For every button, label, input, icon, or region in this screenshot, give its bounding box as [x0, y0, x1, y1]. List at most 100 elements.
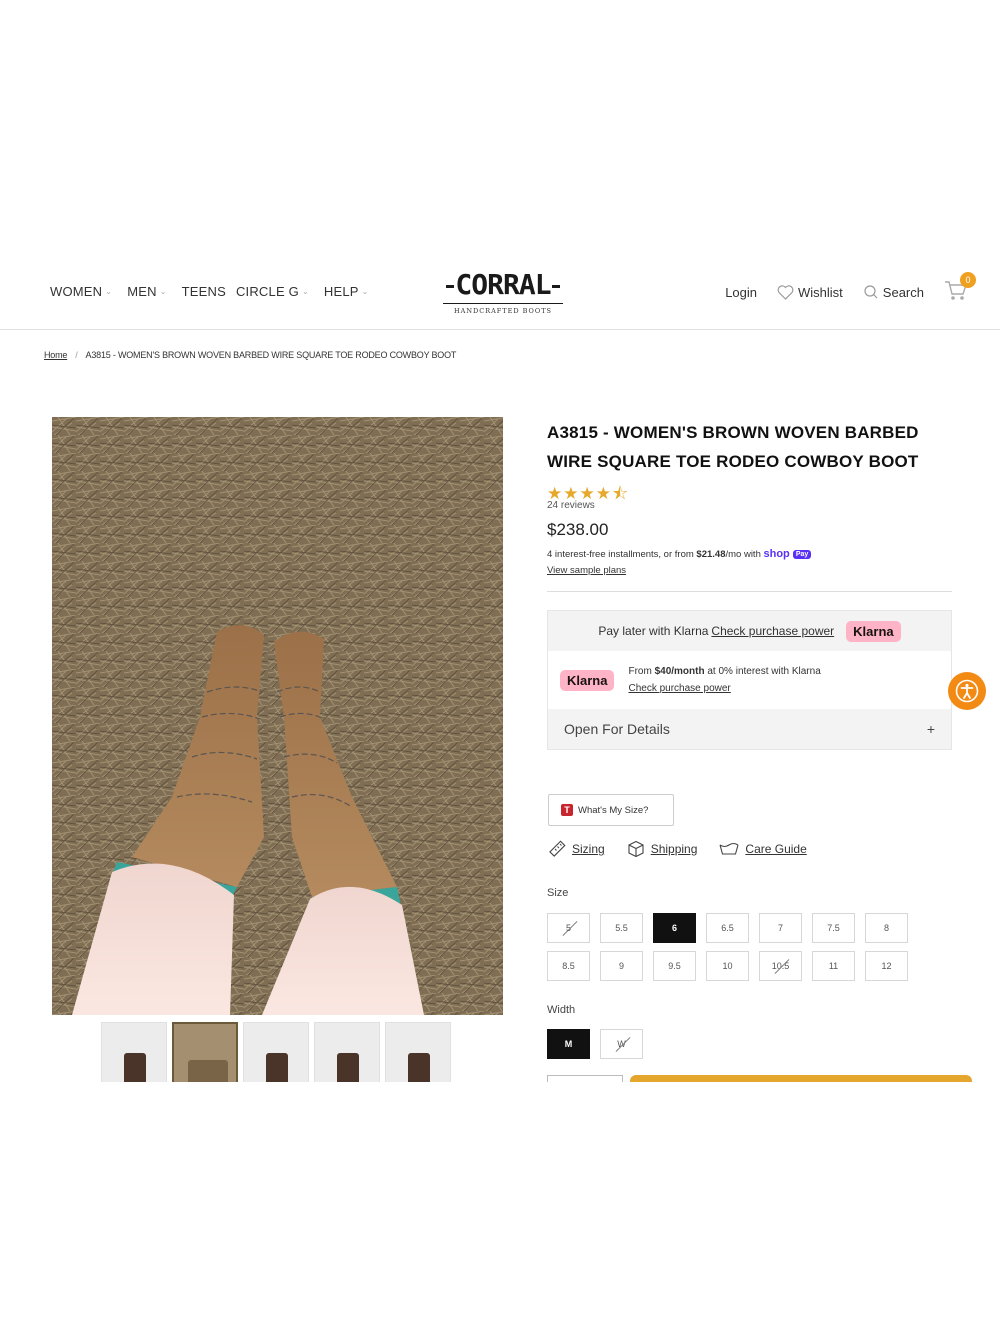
size-option[interactable]: 8.5 — [547, 951, 590, 981]
width-label: Width — [547, 1004, 576, 1016]
accessibility-button[interactable] — [948, 672, 986, 710]
sizing-link[interactable]: Sizing — [548, 840, 605, 858]
box-icon — [628, 840, 644, 858]
thumbnail-boot-image — [337, 1053, 359, 1082]
care-guide-label: Care Guide — [745, 842, 807, 856]
login-link[interactable]: Login — [725, 285, 757, 300]
chevron-down-icon: ⌄ — [301, 287, 309, 296]
guide-links: Sizing Shipping Care Guide — [548, 840, 829, 858]
size-option[interactable]: 5 — [547, 913, 590, 943]
thumbnail-boot-image — [408, 1053, 430, 1082]
washtub-icon — [719, 842, 739, 855]
breadcrumb-current: A3815 - WOMEN'S BROWN WOVEN BARBED WIRE … — [85, 350, 457, 360]
thumbnail-3[interactable] — [243, 1022, 309, 1082]
klarna-offer-line: From $40/month at 0% interest with Klarn… — [628, 663, 820, 680]
product-info: A3815 - WOMEN'S BROWN WOVEN BARBED WIRE … — [547, 418, 952, 592]
nav-women-label: WOMEN — [50, 284, 103, 299]
nav-help-label: HELP — [323, 284, 359, 299]
utility-nav: Login Wishlist Search 0 — [705, 272, 976, 304]
nav-help[interactable]: HELP ⌄ — [324, 284, 369, 299]
klarna-widget: Pay later with Klarna Check purchase pow… — [547, 610, 952, 750]
size-label: Size — [547, 887, 569, 899]
product-title: A3815 - WOMEN'S BROWN WOVEN BARBED WIRE … — [547, 423, 919, 471]
size-option[interactable]: 7 — [759, 913, 802, 943]
klarna-check-power-link[interactable]: Check purchase power — [711, 624, 834, 638]
breadcrumb-separator: / — [75, 350, 78, 360]
open-details-toggle[interactable]: Open For Details + — [548, 709, 951, 749]
width-option[interactable]: M — [547, 1029, 590, 1059]
size-option[interactable]: 7.5 — [812, 913, 855, 943]
size-option[interactable]: 11 — [812, 951, 855, 981]
search-link[interactable]: Search — [863, 284, 924, 300]
klarna-banner: Pay later with Klarna Check purchase pow… — [548, 611, 951, 651]
thumbnail-boot-image — [266, 1053, 288, 1082]
installments-prefix: 4 interest-free installments, or from — [547, 549, 697, 560]
search-icon — [864, 285, 878, 299]
sizing-label: Sizing — [572, 842, 605, 856]
shop-pay-word: shop — [763, 548, 790, 560]
main-nav: WOMEN ⌄ MEN ⌄ TEENS CIRCLE G ⌄ HELP ⌄ — [50, 284, 384, 299]
klarna-logo: Klarna — [560, 669, 615, 691]
wishlist-label: Wishlist — [798, 284, 843, 300]
divider — [547, 591, 952, 592]
nav-circle-g-label: CIRCLE G — [235, 284, 299, 299]
whats-my-size-button[interactable]: T What's My Size? — [548, 794, 674, 826]
nav-men-label: MEN — [127, 284, 157, 299]
shop-pay-logo: shop Pay — [764, 548, 812, 560]
breadcrumb-home[interactable]: Home — [44, 350, 67, 360]
nav-circle-g[interactable]: CIRCLE G ⌄ — [236, 284, 309, 299]
nav-teens[interactable]: TEENS — [182, 284, 226, 299]
installments-text: 4 interest-free installments, or from $2… — [547, 548, 952, 560]
size-tool-logo: T — [561, 804, 573, 816]
klarna-top-text: Pay later with Klarna — [598, 624, 709, 638]
login-label: Login — [725, 284, 758, 300]
site-logo[interactable]: CORRAL HANDCRAFTED BOOTS — [443, 270, 563, 318]
cart-count-badge: 0 — [960, 272, 976, 288]
view-sample-plans-link[interactable]: View sample plans — [547, 565, 626, 576]
chevron-down-icon: ⌄ — [361, 287, 369, 296]
klarna-offer-link[interactable]: Check purchase power — [628, 683, 730, 694]
nav-women[interactable]: WOMEN ⌄ — [50, 284, 112, 299]
plus-icon: + — [926, 721, 935, 737]
nav-men[interactable]: MEN ⌄ — [127, 284, 166, 299]
size-option[interactable]: 9 — [600, 951, 643, 981]
thumbnail-4[interactable] — [314, 1022, 380, 1082]
add-to-cart-button[interactable] — [630, 1075, 972, 1082]
thumbnail-2[interactable] — [172, 1022, 238, 1082]
star-rating[interactable]: ★★★★⯪ — [547, 481, 952, 503]
logo-wordmark: CORRAL — [443, 270, 563, 300]
klarna-offer-suffix: at 0% interest with Klarna — [704, 666, 821, 677]
width-options: MW — [547, 1029, 908, 1059]
care-guide-link[interactable]: Care Guide — [719, 842, 807, 856]
thumbnail-5[interactable] — [385, 1022, 451, 1082]
width-option[interactable]: W — [600, 1029, 643, 1059]
size-option[interactable]: 12 — [865, 951, 908, 981]
product-price: $238.00 — [547, 520, 609, 539]
size-option[interactable]: 10 — [706, 951, 749, 981]
klarna-offer-prefix: From — [628, 666, 655, 677]
size-option[interactable]: 9.5 — [653, 951, 696, 981]
size-option[interactable]: 8 — [865, 913, 908, 943]
shop-pay-pill: Pay — [792, 549, 812, 559]
wishlist-link[interactable]: Wishlist — [777, 285, 843, 300]
thumbnail-boot-image — [124, 1053, 146, 1082]
accessibility-icon — [955, 679, 979, 703]
shipping-label: Shipping — [650, 842, 698, 856]
thumbnail-strip — [101, 1022, 451, 1082]
thumbnail-1[interactable] — [101, 1022, 167, 1082]
product-main-image[interactable] — [52, 417, 503, 1015]
nav-teens-label: TEENS — [181, 284, 226, 299]
size-option[interactable]: 6.5 — [706, 913, 749, 943]
size-option[interactable]: 10.5 — [759, 951, 802, 981]
quantity-selector[interactable] — [547, 1075, 623, 1082]
cart-button[interactable]: 0 — [944, 272, 976, 304]
size-option[interactable]: 6 — [653, 913, 696, 943]
shipping-link[interactable]: Shipping — [627, 840, 698, 858]
whats-my-size-label: What's My Size? — [578, 804, 649, 816]
boots-photo — [52, 417, 503, 1015]
open-details-label: Open For Details — [564, 721, 670, 737]
breadcrumb: Home / A3815 - WOMEN'S BROWN WOVEN BARBED … — [44, 350, 456, 360]
ruler-icon — [549, 840, 566, 857]
installments-suffix: /mo with — [725, 549, 764, 560]
size-option[interactable]: 5.5 — [600, 913, 643, 943]
